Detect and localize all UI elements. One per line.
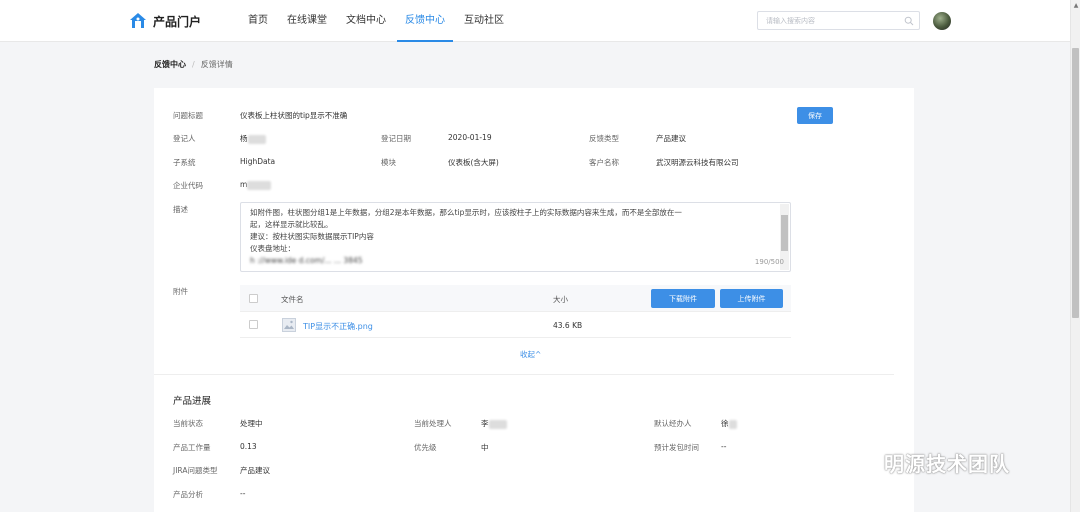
subsystem-value: HighData [240,157,276,166]
table-row: TIP显示不正确.png 43.6 KB [240,312,791,338]
feedback-detail-card: 问题标题 仪表板上柱状图的tip显示不准确 保存 登记人 杨 登记日期 2020… [154,88,914,512]
customer-value: 武汉明源云科技有限公司 [656,158,739,167]
analysis-value: -- [240,489,246,498]
description-line: 建议：按柱状图实际数据展示TIP内容 [250,232,374,241]
file-name-link[interactable]: TIP显示不正确.png [303,321,373,332]
scroll-up-icon[interactable]: ▲ [1071,0,1080,10]
nav-item-feedback[interactable]: 反馈中心 [397,0,453,42]
progress-section-title: 产品进展 [173,396,212,407]
page-scrollbar[interactable]: ▲ [1070,0,1080,512]
analysis-label: 产品分析 [173,490,203,499]
type-label: 反馈类型 [589,134,619,143]
nav-item-online-class[interactable]: 在线课堂 [279,0,335,42]
default-agent-value: 徐 [721,418,737,429]
type-value: 产品建议 [656,134,686,143]
upload-attachment-button[interactable]: 上传附件 [720,289,783,308]
description-line: 如附件图，柱状图分组1是上年数据，分组2是本年数据，那么tip显示时，应该按柱子… [250,208,682,217]
attachments-table: 文件名 大小 下载附件 上传附件 TIP显示不正确.png 43.6 KB [240,285,791,339]
subsystem-label: 子系统 [173,158,196,167]
section-divider [154,374,894,375]
collapse-link[interactable]: 收起^ [520,349,541,360]
col-filename: 文件名 [281,295,304,304]
handler-value: 李 [481,418,507,429]
description-textarea[interactable]: 如附件图，柱状图分组1是上年数据，分组2是本年数据，那么tip显示时，应该按柱子… [240,202,791,272]
nav-item-home[interactable]: 首页 [240,0,276,42]
main-nav: 首页 在线课堂 文档中心 反馈中心 互动社区 [240,0,515,42]
release-label: 预计发包时间 [654,443,699,452]
top-navbar: 产品门户 首页 在线课堂 文档中心 反馈中心 互动社区 [0,0,1070,42]
priority-label: 优先级 [414,443,437,452]
attachments-label: 附件 [173,287,188,296]
nav-item-docs[interactable]: 文档中心 [338,0,394,42]
jira-type-value: 产品建议 [240,466,270,475]
attachments-table-header: 文件名 大小 下载附件 上传附件 [240,285,791,312]
description-scroll-thumb[interactable] [781,215,788,251]
breadcrumb: 反馈中心 / 反馈详情 [154,59,233,70]
nav-item-community[interactable]: 互动社区 [456,0,512,42]
image-file-icon [282,318,296,332]
file-size: 43.6 KB [553,321,583,330]
customer-label: 客户名称 [589,158,619,167]
breadcrumb-current: 反馈详情 [200,60,233,69]
home-logo-icon [130,13,146,28]
release-value: -- [721,442,727,451]
search-input[interactable] [758,12,898,29]
col-size: 大小 [553,295,568,304]
priority-value: 中 [481,443,489,452]
status-label: 当前状态 [173,419,203,428]
avatar[interactable] [933,12,951,30]
title-label: 问题标题 [173,111,203,120]
registrant-label: 登记人 [173,134,196,143]
search-icon[interactable] [904,16,914,26]
date-value: 2020-01-19 [448,133,492,142]
module-label: 模块 [381,158,396,167]
description-char-count: 190/500 [754,258,784,266]
date-label: 登记日期 [381,134,411,143]
handler-label: 当前处理人 [414,419,452,428]
download-attachment-button[interactable]: 下载附件 [651,289,715,308]
corp-code-value: m [240,180,272,190]
description-line: 仪表盘地址： [250,244,295,253]
wechat-watermark: 明源技术团队 [838,448,1010,477]
wechat-icon [840,450,875,474]
logo[interactable]: 产品门户 [129,12,201,30]
logo-text: 产品门户 [153,14,202,29]
registrant-value: 杨 [240,133,266,144]
jira-type-label: JIRA问题类型 [173,466,218,475]
row-checkbox[interactable] [249,320,258,329]
default-agent-label: 默认经办人 [654,419,692,428]
breadcrumb-root[interactable]: 反馈中心 [154,59,186,70]
breadcrumb-separator: / [192,60,195,69]
workload-value: 0.13 [240,442,257,451]
description-line: h ://www.ide d.com/... ... 3845 [250,256,363,265]
scroll-thumb[interactable] [1072,48,1079,318]
title-value: 仪表板上柱状图的tip显示不准确 [240,111,348,120]
watermark-text: 明源技术团队 [884,452,1010,476]
select-all-checkbox[interactable] [249,294,258,303]
save-button[interactable]: 保存 [797,107,833,124]
description-label: 描述 [173,205,188,214]
description-line: 起，这样显示就比较乱。 [250,220,333,229]
module-value: 仪表板(含大屏) [448,158,499,167]
workload-label: 产品工作量 [173,443,211,452]
status-value: 处理中 [240,419,263,428]
corp-code-label: 企业代码 [173,181,203,190]
search-box [757,11,920,30]
